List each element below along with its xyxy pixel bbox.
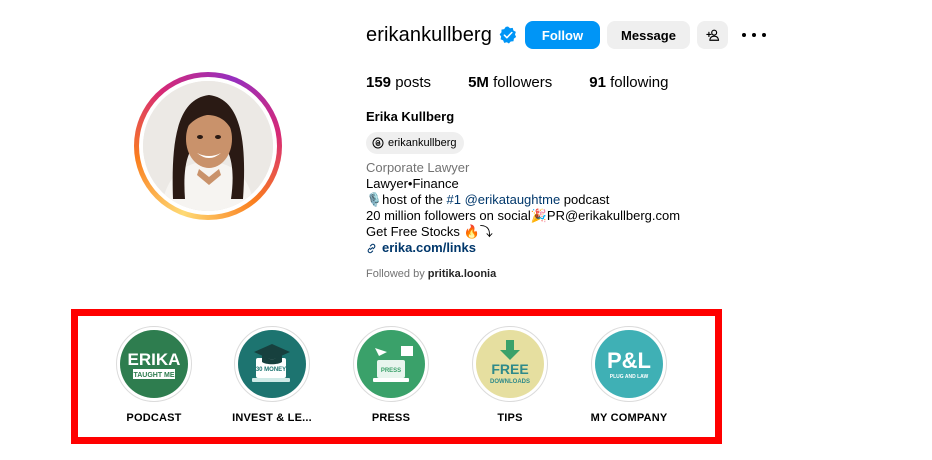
highlight-podcast[interactable]: ERIKA TAUGHT ME PODCAST — [94, 326, 214, 424]
profile-full-name: Erika Kullberg — [366, 109, 455, 124]
threads-handle: erikankullberg — [388, 137, 457, 149]
profile-stats: 159 posts 5M followers 91 following — [366, 74, 706, 91]
profile-username: erikankullberg — [366, 23, 492, 46]
followed-by-text[interactable]: Followed by pritika.loonia — [366, 268, 496, 280]
press-laptop-icon: PRESS — [373, 346, 413, 382]
following-label: following — [610, 74, 669, 91]
posts-stat: 159 posts — [366, 74, 431, 91]
highlight-label: INVEST & LE... — [232, 412, 312, 424]
invest-cover-text: 30 MONEY — [256, 367, 286, 373]
highlight-cover: PRESS — [357, 330, 425, 398]
bio-category: Corporate Lawyer — [366, 160, 470, 175]
highlight-label: PRESS — [371, 412, 411, 424]
suggested-users-button[interactable] — [697, 21, 728, 49]
profile-bio: Corporate Lawyer Lawyer•Finance 🎙️host o… — [366, 160, 680, 256]
press-cover-text: PRESS — [381, 368, 401, 374]
threads-badge[interactable]: erikankullberg — [366, 132, 465, 154]
company-cover-text-1: P&L — [607, 348, 651, 373]
podcast-cover-text-1: ERIKA — [128, 350, 181, 369]
company-cover-text-2: PLUG AND LAW — [610, 374, 649, 380]
highlight-ring: 30 MONEY — [234, 326, 310, 402]
highlight-ring: FREE DOWNLOADS — [472, 326, 548, 402]
bio-line-2: 🎙️host of the #1 @erikataughtme podcast — [366, 192, 680, 208]
more-options-icon[interactable] — [742, 27, 766, 43]
highlight-label: TIPS — [497, 412, 523, 424]
highlight-press[interactable]: PRESS PRESS — [331, 326, 451, 424]
avatar-gap — [139, 77, 277, 215]
avatar-portrait-icon — [143, 81, 273, 211]
avatar-photo — [143, 81, 273, 211]
followers-stat[interactable]: 5M followers — [468, 74, 552, 91]
profile-header: erikankullberg — [366, 20, 517, 50]
followers-count: 5M — [468, 74, 489, 91]
more-dot — [742, 33, 746, 37]
highlight-cover: FREE DOWNLOADS — [476, 330, 544, 398]
follow-button[interactable]: Follow — [525, 21, 600, 49]
podcast-cover-text-2: TAUGHT ME — [133, 372, 174, 379]
bio-line-2-prefix: 🎙️host of the — [366, 192, 447, 207]
highlight-invest[interactable]: 30 MONEY INVEST & LE... — [212, 326, 332, 424]
erika-taught-me-logo-icon: ERIKA TAUGHT ME — [128, 350, 181, 379]
graduation-laptop-icon: 30 MONEY — [252, 344, 290, 382]
verified-badge-icon — [499, 26, 517, 44]
threads-icon — [372, 137, 384, 149]
highlight-cover: 30 MONEY — [238, 330, 306, 398]
highlight-my-company[interactable]: P&L PLUG AND LAW MY COMPANY — [569, 326, 689, 424]
highlight-ring: P&L PLUG AND LAW — [591, 326, 667, 402]
highlight-label: PODCAST — [126, 412, 182, 424]
bio-mention-link[interactable]: @erikataughtme — [465, 192, 561, 207]
profile-avatar[interactable] — [134, 72, 282, 220]
highlight-cover: P&L PLUG AND LAW — [595, 330, 663, 398]
more-dot — [752, 33, 756, 37]
bio-line-3: 20 million followers on social🎉PR@erikak… — [366, 208, 681, 223]
bio-line-2-suffix: podcast — [560, 192, 610, 207]
more-dot — [762, 33, 766, 37]
message-button[interactable]: Message — [607, 21, 690, 49]
highlight-ring: ERIKA TAUGHT ME — [116, 326, 192, 402]
following-stat[interactable]: 91 following — [589, 74, 668, 91]
bio-line-1: Lawyer•Finance — [366, 176, 459, 191]
bio-external-link[interactable]: erika.com/links — [366, 240, 680, 256]
followed-by-user: pritika.loonia — [427, 268, 497, 280]
tips-cover-text-1: FREE — [491, 361, 528, 377]
bio-link-text: erika.com/links — [382, 240, 476, 255]
following-count: 91 — [589, 74, 606, 91]
posts-count: 159 — [366, 74, 392, 91]
posts-label: posts — [395, 74, 432, 91]
bio-hashtag-link[interactable]: #1 — [447, 192, 461, 207]
download-arrow-icon: FREE DOWNLOADS — [490, 340, 530, 385]
highlight-ring: PRESS — [353, 326, 429, 402]
tips-cover-text-2: DOWNLOADS — [490, 379, 530, 385]
followed-by-prefix: Followed by — [366, 268, 428, 280]
add-user-icon — [705, 29, 719, 41]
bio-line-4: Get Free Stocks 🔥⤵ — [366, 224, 493, 239]
link-icon — [367, 243, 376, 253]
highlight-cover: ERIKA TAUGHT ME — [120, 330, 188, 398]
highlight-tips[interactable]: FREE DOWNLOADS TIPS — [450, 326, 570, 424]
plug-and-law-logo-icon: P&L PLUG AND LAW — [607, 348, 651, 380]
highlight-label: MY COMPANY — [590, 412, 668, 424]
followers-label: followers — [493, 74, 553, 91]
